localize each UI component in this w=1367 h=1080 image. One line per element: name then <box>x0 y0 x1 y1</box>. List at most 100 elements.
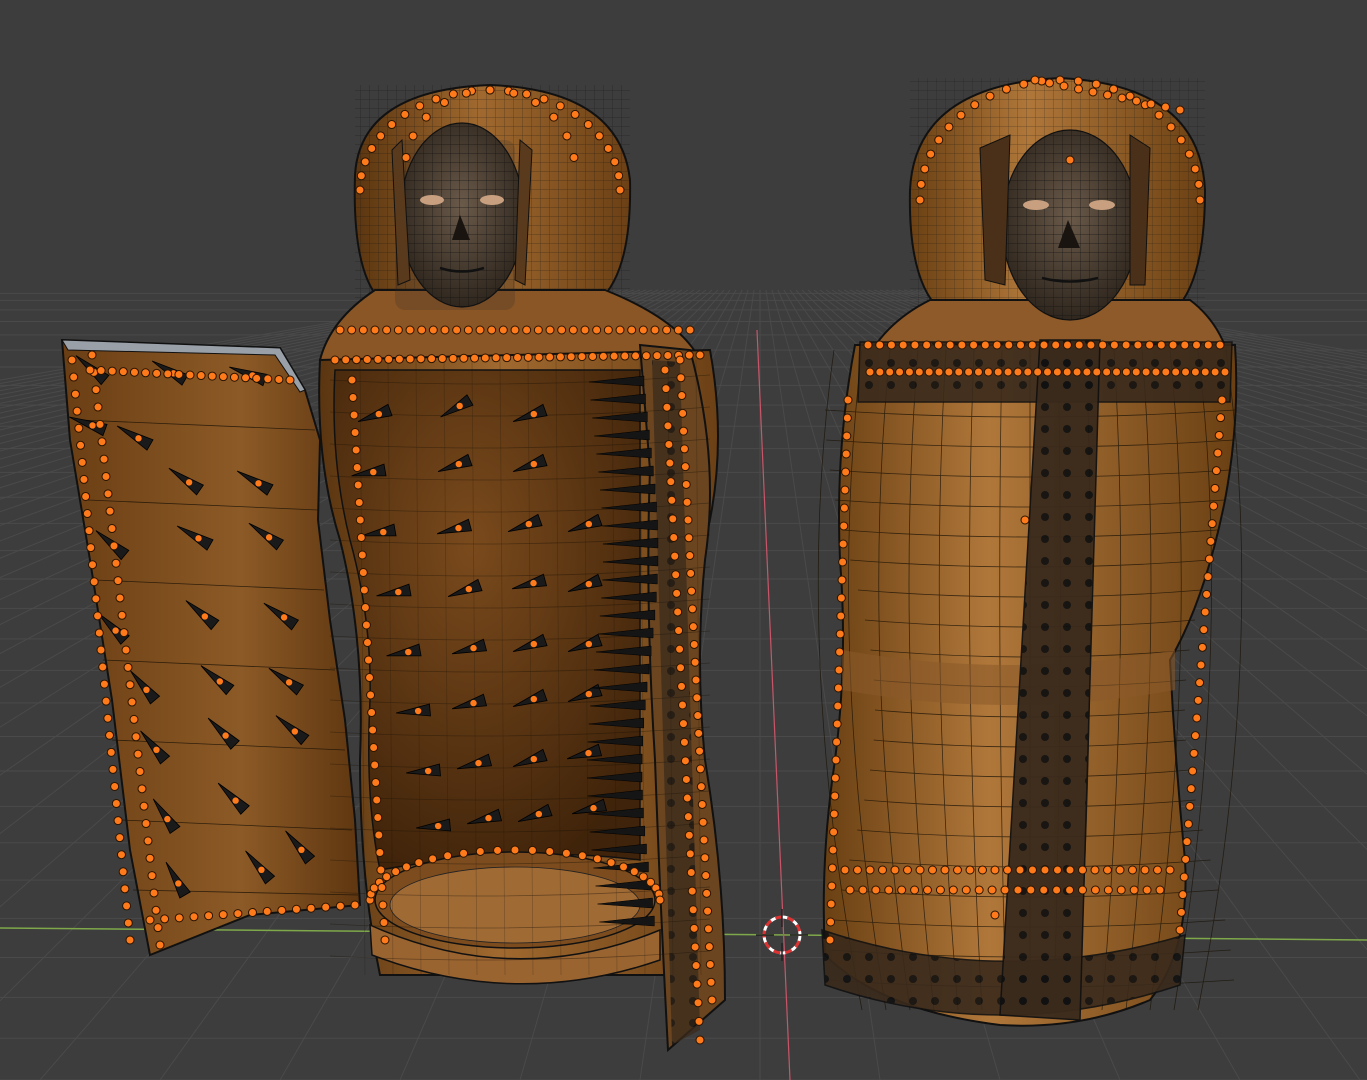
vertex <box>1203 572 1213 582</box>
vertex <box>686 568 696 578</box>
vertex <box>933 340 943 350</box>
door-vertex <box>105 506 115 516</box>
vertex <box>1176 907 1186 917</box>
vertex <box>588 351 598 361</box>
vertex <box>1043 367 1052 377</box>
vertex <box>678 408 688 418</box>
vertex <box>1145 340 1155 350</box>
spike-vertex <box>291 728 299 735</box>
vertex <box>663 421 673 431</box>
open-iron-maiden[interactable] <box>318 83 727 1053</box>
vertex <box>1051 340 1061 350</box>
vertex <box>370 325 380 335</box>
door-vertex <box>125 680 135 690</box>
vertex <box>1045 78 1054 88</box>
vertex <box>836 611 846 621</box>
vertex <box>1215 340 1225 350</box>
vertex <box>1115 865 1125 875</box>
vertex <box>668 514 678 524</box>
door-vertex <box>152 368 162 378</box>
vertex <box>370 760 380 770</box>
spike-vertex <box>370 468 377 476</box>
vertex <box>360 157 370 167</box>
door-vertex <box>143 836 153 846</box>
door-vertex <box>99 454 109 464</box>
door-vertex <box>97 437 107 447</box>
vertex <box>615 185 625 195</box>
vertex <box>694 1016 704 1026</box>
vertex <box>1190 164 1200 174</box>
vertex <box>1065 865 1075 875</box>
vertex <box>405 354 415 364</box>
door-vertex <box>93 402 103 412</box>
closed-iron-maiden[interactable] <box>817 75 1243 1027</box>
door-vertex <box>151 905 161 915</box>
vertex <box>835 629 845 639</box>
vertex <box>683 515 693 525</box>
vertex <box>682 793 692 803</box>
door-vertex <box>127 697 137 707</box>
vertex <box>686 868 696 877</box>
vertex <box>1129 885 1139 895</box>
vertex <box>1000 885 1010 895</box>
spike-vertex <box>455 524 462 532</box>
vertex <box>522 325 532 335</box>
vertex <box>439 97 449 107</box>
vertex <box>672 588 682 598</box>
vertex <box>610 157 620 167</box>
spike-vertex <box>585 690 593 698</box>
vertex <box>832 737 842 747</box>
door-vertex <box>107 524 117 534</box>
vertex <box>840 865 850 875</box>
vertex <box>970 100 980 110</box>
vertex <box>828 845 838 855</box>
vertex <box>1193 695 1203 705</box>
vertex <box>827 863 837 873</box>
vertex <box>1090 885 1100 895</box>
vertex <box>691 675 701 685</box>
vertex <box>704 942 714 952</box>
vertex <box>679 444 689 454</box>
vertex <box>910 340 920 350</box>
vertex <box>702 888 712 898</box>
vertex <box>1013 885 1023 895</box>
vertex <box>664 439 674 449</box>
door-vertex <box>111 558 121 568</box>
door-vertex <box>119 628 129 638</box>
vertex <box>1030 75 1040 85</box>
door-vertex <box>76 440 86 450</box>
door-vertex <box>196 371 206 381</box>
door-vertex <box>141 368 151 378</box>
3d-viewport[interactable] <box>0 0 1367 1080</box>
vertex <box>347 375 357 385</box>
vertex <box>631 351 641 361</box>
vertex <box>679 737 689 747</box>
vertex <box>826 917 836 927</box>
vertex <box>1052 885 1062 895</box>
vertex <box>916 179 926 189</box>
vertex <box>1033 367 1043 377</box>
vertex <box>697 799 707 809</box>
vertex <box>1116 885 1126 895</box>
vertex <box>898 340 908 350</box>
vertex <box>662 325 672 335</box>
vertex <box>836 593 846 603</box>
left-door-panel[interactable] <box>60 338 362 957</box>
viewport-scene[interactable] <box>0 0 1367 1080</box>
vertex <box>415 101 425 111</box>
vertex <box>1178 890 1188 900</box>
vertex <box>838 539 848 549</box>
door-vertex <box>95 419 105 429</box>
door-vertex <box>137 784 147 794</box>
door-vertex <box>207 371 217 381</box>
vertex <box>440 325 450 335</box>
vertex <box>706 977 716 987</box>
spike-vertex <box>195 535 202 542</box>
vertex <box>401 862 411 872</box>
spike-vertex <box>475 759 482 767</box>
vertex <box>973 367 983 377</box>
vertex <box>1074 340 1084 350</box>
vertex <box>1220 367 1230 377</box>
vertex <box>1190 731 1200 741</box>
vertex <box>679 426 689 436</box>
